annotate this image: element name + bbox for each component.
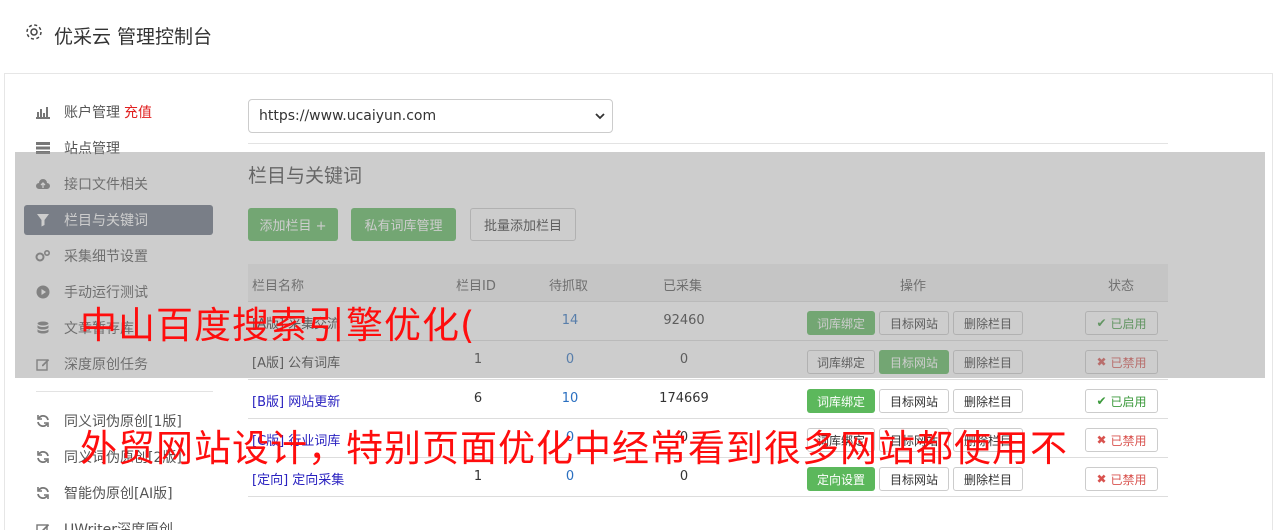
close-icon: ✖ [1096, 355, 1107, 369]
divider [248, 143, 1168, 144]
delete-column-button[interactable]: 删除栏目 [953, 389, 1023, 413]
close-icon: ✖ [1096, 433, 1107, 447]
target-site-button[interactable]: 目标网站 [879, 350, 949, 374]
site-select[interactable]: https://www.ucaiyun.com [248, 99, 613, 133]
delete-column-button[interactable]: 删除栏目 [953, 311, 1023, 335]
header: 优采云 管理控制台 [4, 0, 1273, 74]
cloud-upload-icon [35, 176, 51, 192]
gears-icon [35, 248, 51, 264]
check-icon: ✔ [1096, 394, 1107, 408]
chevron-down-icon [595, 113, 605, 120]
column-name[interactable]: [B版] 网站更新 [252, 391, 340, 410]
sidebar-item-label: 智能伪原创[AI版] [64, 486, 173, 502]
add-column-button[interactable]: 添加栏目 + [248, 208, 338, 241]
server-icon [35, 140, 51, 156]
col-header-name: 栏目名称 [252, 279, 305, 294]
filter-icon [35, 212, 51, 228]
column-id: 1 [473, 352, 483, 367]
column-name[interactable]: [A版] 公有词库 [252, 352, 340, 371]
refresh-icon [35, 413, 51, 429]
sidebar-item-interface-files[interactable]: 接口文件相关 [24, 169, 213, 199]
collected-count: 174669 [659, 391, 709, 406]
status-badge[interactable]: ✖ 已禁用 [1085, 467, 1158, 491]
col-header-actions: 操作 [900, 279, 927, 294]
batch-add-button[interactable]: 批量添加栏目 [470, 208, 576, 241]
status-label: 已禁用 [1110, 355, 1147, 370]
bar-chart-icon [35, 104, 51, 120]
sidebar-divider [36, 391, 213, 392]
watermark-line-1: 中山百度搜索引擎优化( [80, 304, 476, 347]
col-header-status: 状态 [1108, 279, 1135, 294]
site-select-value: https://www.ucaiyun.com [259, 108, 437, 124]
status-badge[interactable]: ✔ 已启用 [1085, 311, 1158, 335]
pending-count: 0 [565, 352, 575, 367]
bind-lib-button[interactable]: 词库绑定 [807, 311, 875, 335]
target-site-button[interactable]: 目标网站 [879, 311, 949, 335]
sidebar-item-deep-original[interactable]: 深度原创任务 [24, 349, 213, 379]
sidebar-item-label: 账户管理 [64, 105, 120, 121]
column-id: 6 [473, 391, 483, 406]
play-circle-icon [35, 284, 51, 300]
private-lib-button[interactable]: 私有词库管理 [351, 208, 456, 241]
status-label: 已禁用 [1110, 472, 1147, 487]
pending-count: 10 [561, 391, 579, 406]
bind-lib-button[interactable]: 词库绑定 [807, 350, 875, 374]
refresh-icon [35, 449, 51, 465]
col-header-id: 栏目ID [456, 279, 496, 294]
watermark-line-2: 外贸网站设计，特别页面优化中经常看到很多网站都使用不 [80, 427, 1068, 470]
collected-count: 92460 [663, 313, 705, 328]
sidebar-item-sites[interactable]: 站点管理 [24, 133, 213, 163]
database-icon [35, 320, 51, 336]
status-label: 已启用 [1110, 394, 1147, 409]
sidebar-item-smart-ai[interactable]: 智能伪原创[AI版] [24, 478, 213, 508]
gear-icon [26, 24, 42, 40]
col-header-collected: 已采集 [663, 279, 703, 294]
status-badge[interactable]: ✖ 已禁用 [1085, 350, 1158, 374]
pending-count: 14 [561, 313, 579, 328]
table-row: [B版] 网站更新 6 10 174669 词库绑定 目标网站 删除栏目 ✔ 已… [248, 380, 1168, 419]
close-icon: ✖ [1096, 472, 1107, 486]
status-label: 已禁用 [1110, 433, 1147, 448]
status-badge[interactable]: ✔ 已启用 [1085, 389, 1158, 413]
sidebar-item-uwriter[interactable]: UWriter深度原创 [24, 514, 213, 530]
target-site-button[interactable]: 目标网站 [879, 389, 949, 413]
refresh-icon [35, 485, 51, 501]
sidebar-item-account[interactable]: 账户管理 充值 [24, 97, 213, 127]
edit-icon [35, 356, 51, 372]
sidebar-item-columns-keywords[interactable]: 栏目与关键词 [24, 205, 213, 235]
app-title: 优采云 管理控制台 [54, 26, 213, 48]
sidebar-item-label: 深度原创任务 [64, 357, 148, 373]
recharge-link[interactable]: 充值 [124, 102, 152, 122]
sidebar-item-label: UWriter深度原创 [64, 522, 173, 530]
collected-count: 0 [679, 352, 689, 367]
edit-icon [35, 521, 51, 530]
sidebar-item-label: 栏目与关键词 [64, 213, 148, 229]
status-badge[interactable]: ✖ 已禁用 [1085, 428, 1158, 452]
section-title: 栏目与关键词 [248, 165, 363, 187]
sidebar-item-label: 接口文件相关 [64, 177, 148, 193]
sidebar-item-label: 站点管理 [64, 141, 120, 157]
col-header-pending: 待抓取 [549, 279, 589, 294]
sidebar-item-collect-settings[interactable]: 采集细节设置 [24, 241, 213, 271]
status-label: 已启用 [1110, 316, 1147, 331]
sidebar-item-label: 采集细节设置 [64, 249, 148, 265]
check-icon: ✔ [1096, 316, 1107, 330]
delete-column-button[interactable]: 删除栏目 [953, 350, 1023, 374]
bind-lib-button[interactable]: 词库绑定 [807, 389, 875, 413]
